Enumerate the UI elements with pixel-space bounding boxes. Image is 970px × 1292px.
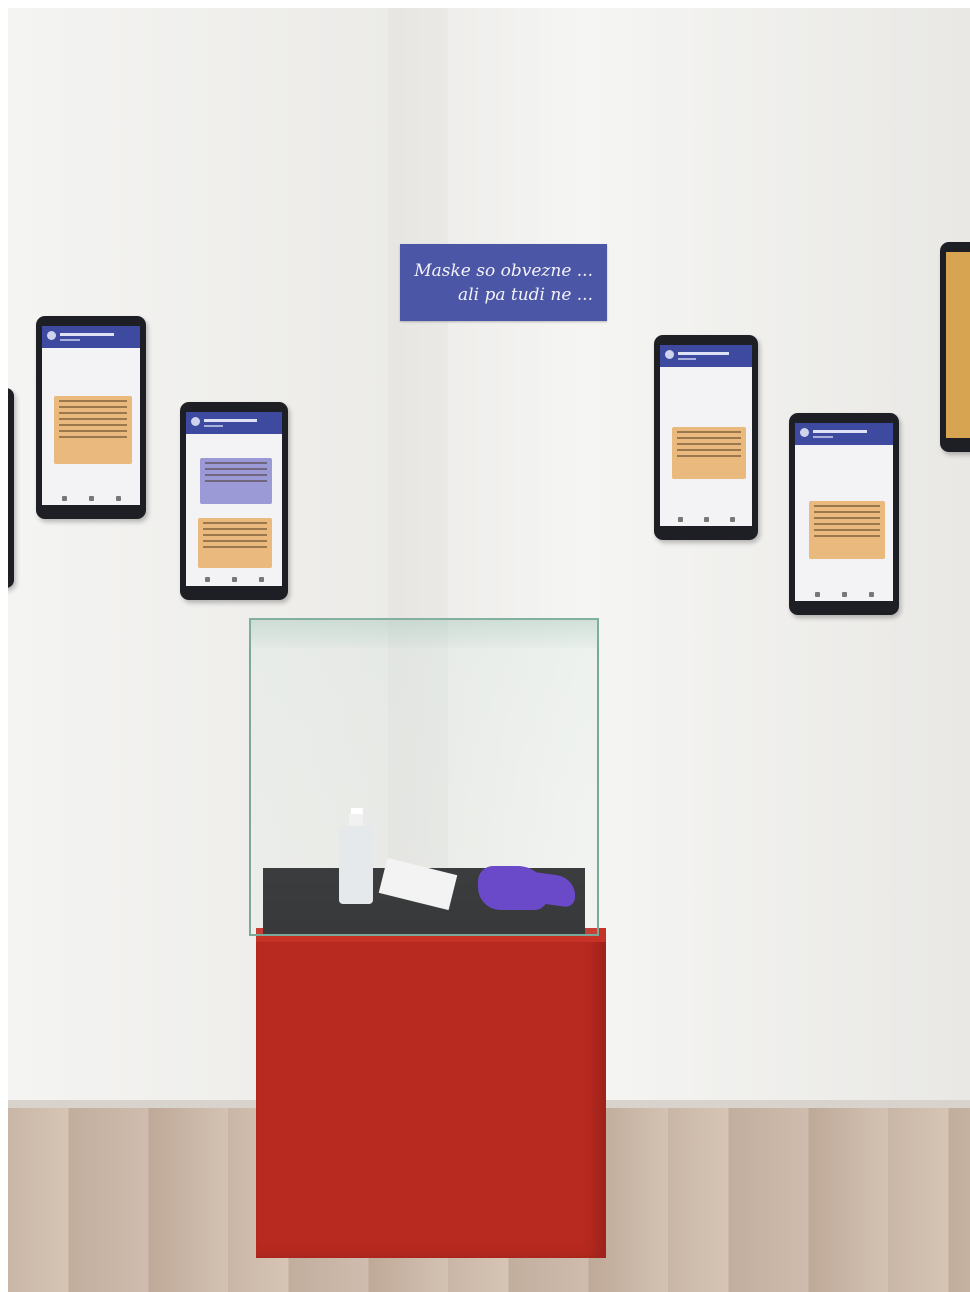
glass-top [249, 618, 599, 648]
chat-bubble [200, 458, 272, 504]
chat-bubble [809, 501, 885, 559]
hand-sanitizer-bottle [339, 808, 373, 904]
exhibit-sign: Maske so obvezne ... ali pa tudi ne ... [400, 244, 607, 321]
sign-line-1: Maske so obvezne ... [414, 261, 593, 281]
purple-gloves [478, 858, 578, 918]
phone-panel-3 [654, 335, 758, 540]
chat-bubble [54, 396, 132, 464]
phone-panel-2 [180, 402, 288, 600]
red-pedestal [256, 928, 606, 1258]
phone-panel-4 [789, 413, 899, 615]
chat-bubble [672, 427, 746, 479]
phone-panel-5-partial [940, 242, 970, 452]
phone-panel-6-partial [8, 388, 14, 588]
phone-panel-1 [36, 316, 146, 519]
sign-line-2: ali pa tudi ne ... [458, 285, 593, 305]
chat-bubble [198, 518, 272, 568]
